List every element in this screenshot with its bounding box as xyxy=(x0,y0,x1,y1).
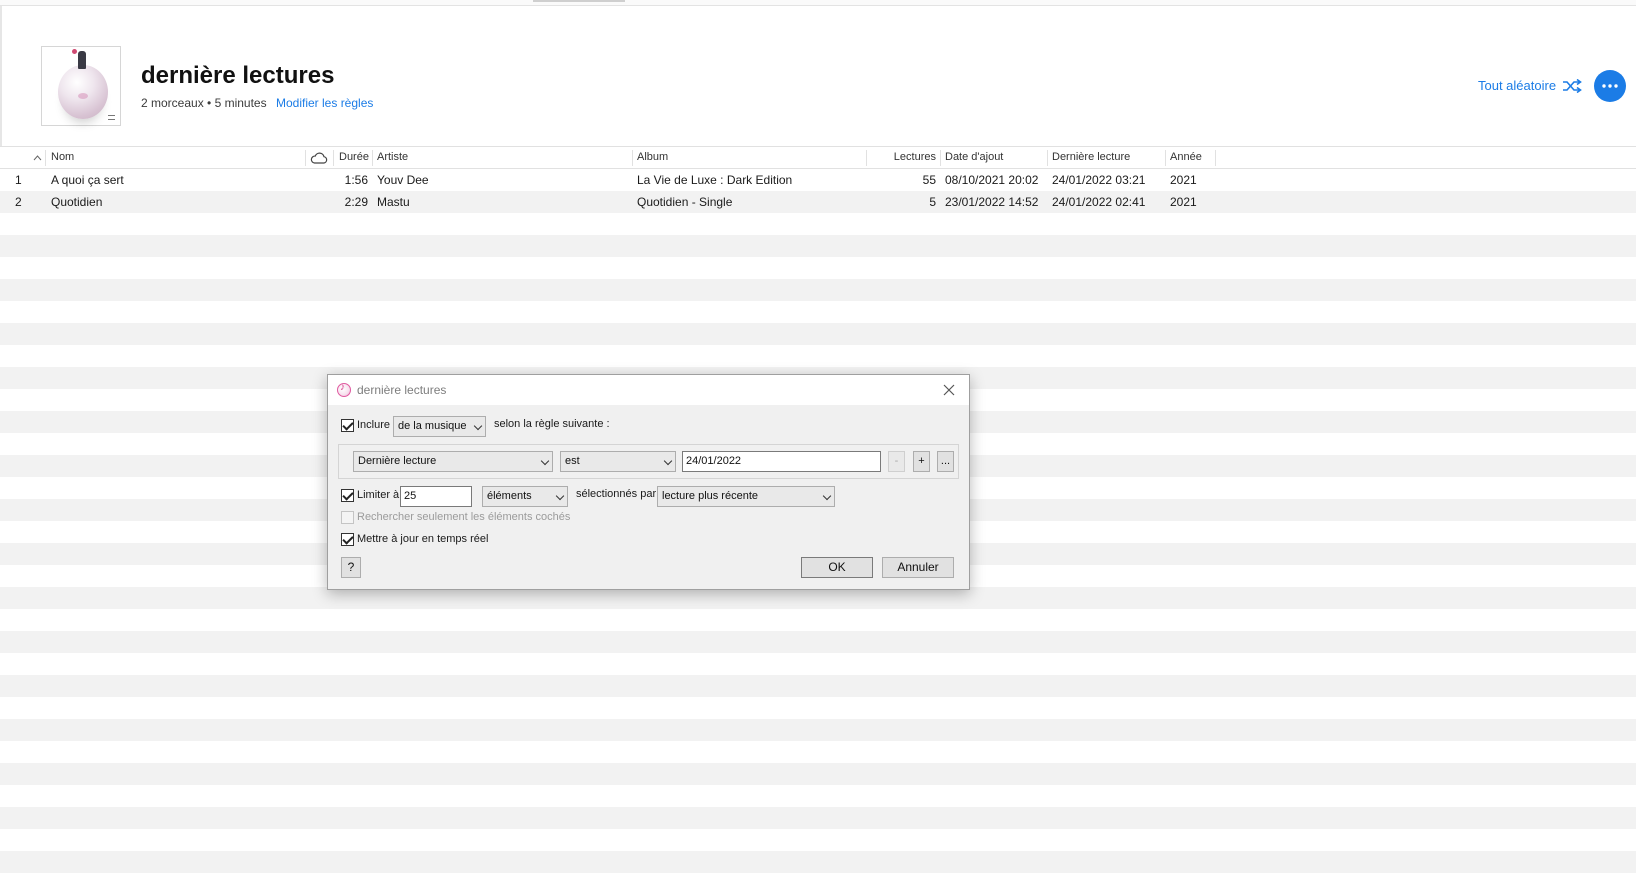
track-artist: Mastu xyxy=(377,195,410,209)
page-title: dernière lectures xyxy=(141,62,335,89)
edit-rules-link[interactable]: Modifier les règles xyxy=(276,96,373,110)
playlist-artwork[interactable] xyxy=(41,46,121,126)
chevron-down-icon xyxy=(473,421,483,431)
shuffle-icon xyxy=(1563,78,1582,93)
rule-suffix-label: selon la règle suivante : xyxy=(494,418,610,430)
table-row[interactable]: 1 A quoi ça sert 1:56 Youv Dee La Vie de… xyxy=(0,169,1636,191)
music-app-window: dernière lectures 2 morceaux • 5 minutes… xyxy=(0,0,1636,878)
dialog-titlebar[interactable]: dernière lectures xyxy=(328,375,969,405)
artwork-menu-icon[interactable] xyxy=(108,115,115,120)
column-header-duration[interactable]: Durée xyxy=(339,147,369,168)
moon-artwork-image xyxy=(58,65,108,119)
chevron-down-icon xyxy=(540,456,550,466)
include-source-value: de la musique xyxy=(398,420,467,432)
track-duration: 1:56 xyxy=(344,173,368,187)
track-artist: Youv Dee xyxy=(377,173,429,187)
limit-unit-select[interactable]: éléments xyxy=(482,486,568,507)
playlist-summary: 2 morceaux • 5 minutes xyxy=(141,96,267,110)
remove-rule-button[interactable]: - xyxy=(888,451,905,472)
close-icon[interactable] xyxy=(940,381,958,399)
selected-by-select[interactable]: lecture plus récente xyxy=(657,486,835,507)
track-name: A quoi ça sert xyxy=(51,173,124,187)
track-plays: 55 xyxy=(922,173,936,187)
track-last-played: 24/01/2022 02:41 xyxy=(1052,195,1146,209)
track-name: Quotidien xyxy=(51,195,103,209)
nested-rule-button[interactable]: ... xyxy=(937,451,954,472)
limit-label: Limiter à xyxy=(357,489,400,501)
add-rule-button[interactable]: + xyxy=(913,451,930,472)
ellipsis-icon xyxy=(1602,84,1618,88)
column-separator[interactable] xyxy=(45,150,46,166)
more-options-button[interactable] xyxy=(1594,70,1626,102)
row-index: 2 xyxy=(15,195,22,209)
column-separator[interactable] xyxy=(333,150,334,166)
track-date-added: 23/01/2022 14:52 xyxy=(945,195,1039,209)
track-duration: 2:29 xyxy=(344,195,368,209)
track-table-header: Nom Durée Artiste Album Lectures Date d'… xyxy=(0,146,1636,169)
rule-container: Dernière lecture est 24/01/2022 - + ... xyxy=(338,444,959,479)
column-header-date-added[interactable]: Date d'ajout xyxy=(945,147,1003,168)
column-header-artist[interactable]: Artiste xyxy=(377,147,408,168)
rule-operator-value: est xyxy=(565,455,580,467)
cloud-icon[interactable] xyxy=(310,151,328,165)
top-bar xyxy=(0,0,1636,6)
limit-checkbox[interactable] xyxy=(341,489,354,502)
sort-ascending-icon[interactable] xyxy=(33,154,42,162)
track-album: La Vie de Luxe : Dark Edition xyxy=(637,173,793,187)
include-checkbox[interactable] xyxy=(341,419,354,432)
column-separator[interactable] xyxy=(305,150,306,166)
column-header-year[interactable]: Année xyxy=(1170,147,1202,168)
column-header-last-played[interactable]: Dernière lecture xyxy=(1052,147,1130,168)
column-separator[interactable] xyxy=(866,150,867,166)
track-year: 2021 xyxy=(1170,173,1197,187)
shuffle-all-label: Tout aléatoire xyxy=(1478,78,1557,93)
table-row[interactable]: 2 Quotidien 2:29 Mastu Quotidien - Singl… xyxy=(0,191,1636,213)
live-update-label: Mettre à jour en temps réel xyxy=(357,533,489,545)
help-button[interactable]: ? xyxy=(341,557,361,578)
dialog-title: dernière lectures xyxy=(357,383,447,397)
rule-field-select[interactable]: Dernière lecture xyxy=(353,451,553,472)
cancel-button[interactable]: Annuler xyxy=(882,557,954,578)
column-header-name[interactable]: Nom xyxy=(51,147,74,168)
column-separator[interactable] xyxy=(1165,150,1166,166)
include-source-select[interactable]: de la musique xyxy=(393,416,486,437)
column-separator[interactable] xyxy=(1215,150,1216,166)
track-album: Quotidien - Single xyxy=(637,195,733,209)
checked-only-label: Rechercher seulement les éléments cochés xyxy=(357,511,571,523)
smart-playlist-dialog: dernière lectures Inclure de la musique … xyxy=(327,374,970,590)
rule-value-field[interactable]: 24/01/2022 xyxy=(682,451,881,472)
limit-unit-value: éléments xyxy=(487,490,532,502)
track-year: 2021 xyxy=(1170,195,1197,209)
shuffle-all-button[interactable]: Tout aléatoire xyxy=(1478,78,1582,93)
chevron-down-icon xyxy=(555,491,565,501)
figure-artwork-image xyxy=(72,49,86,69)
limit-value-field[interactable]: 25 xyxy=(400,486,472,507)
column-separator[interactable] xyxy=(632,150,633,166)
column-separator[interactable] xyxy=(1047,150,1048,166)
live-update-checkbox[interactable] xyxy=(341,533,354,546)
selected-by-label: sélectionnés par xyxy=(576,488,657,500)
row-index: 1 xyxy=(15,173,22,187)
column-separator[interactable] xyxy=(372,150,373,166)
ok-button[interactable]: OK xyxy=(801,557,873,578)
top-bar-tab[interactable] xyxy=(533,0,625,2)
selected-by-value: lecture plus récente xyxy=(662,490,758,502)
rule-operator-select[interactable]: est xyxy=(560,451,676,472)
column-header-plays[interactable]: Lectures xyxy=(870,147,936,168)
chevron-down-icon xyxy=(663,456,673,466)
column-header-album[interactable]: Album xyxy=(637,147,668,168)
track-date-added: 08/10/2021 20:02 xyxy=(945,173,1039,187)
itunes-icon xyxy=(337,382,351,397)
rule-field-value: Dernière lecture xyxy=(358,455,437,467)
checked-only-checkbox[interactable] xyxy=(341,511,354,524)
track-plays: 5 xyxy=(929,195,936,209)
column-separator[interactable] xyxy=(940,150,941,166)
include-label: Inclure xyxy=(357,419,391,431)
track-last-played: 24/01/2022 03:21 xyxy=(1052,173,1146,187)
chevron-down-icon xyxy=(822,491,832,501)
